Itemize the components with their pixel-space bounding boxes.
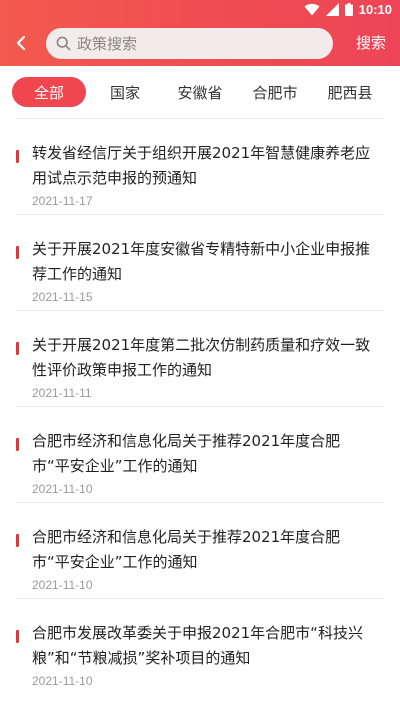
app-header: 10:10 搜索 [0,0,400,66]
region-tabs: 全部 国家 安徽省 合肥市 肥西县 [0,66,400,116]
policy-date: 2021-11-11 [32,386,92,400]
policy-item[interactable]: 合肥市发展改革委关于申报2021年合肥市“科技兴粮”和“节粮减损”奖补项目的通知… [16,598,384,694]
accent-bar [16,534,19,547]
signal-icon [325,3,339,16]
policy-title[interactable]: 合肥市经济和信息化局关于推荐2021年度合肥市“平安企业”工作的通知 [32,429,377,479]
accent-bar [16,630,19,643]
back-button[interactable] [8,30,34,56]
policy-date: 2021-11-10 [32,578,93,592]
policy-title[interactable]: 合肥市发展改革委关于申报2021年合肥市“科技兴粮”和“节粮减损”奖补项目的通知 [32,621,377,671]
accent-bar [16,342,19,355]
accent-bar [16,246,19,259]
policy-item[interactable]: 关于开展2021年度安徽省专精特新中小企业申报推荐工作的通知 2021-11-1… [16,214,384,310]
policy-item[interactable]: 合肥市经济和信息化局关于推荐2021年度合肥市“平安企业”工作的通知 2021-… [16,406,384,502]
wifi-icon [304,3,320,16]
tab-anhui[interactable]: 安徽省 [168,77,232,107]
policy-item[interactable]: 合肥市经济和信息化局关于推荐2021年度合肥市“平安企业”工作的通知 2021-… [16,502,384,598]
tab-hefei[interactable]: 合肥市 [243,77,307,107]
policy-date: 2021-11-10 [32,674,93,688]
tab-national[interactable]: 国家 [95,77,155,107]
policy-date: 2021-11-10 [32,482,93,496]
policy-title[interactable]: 关于开展2021年度第二批次仿制药质量和疗效一致性评价政策申报工作的通知 [32,333,377,383]
search-button[interactable]: 搜索 [356,32,386,53]
status-time: 10:10 [358,2,392,17]
chevron-left-icon [16,35,26,51]
policy-date: 2021-11-17 [32,194,93,208]
policy-title[interactable]: 转发省经信厅关于组织开展2021年智慧健康养老应用试点示范申报的预通知 [32,141,377,191]
tab-all[interactable]: 全部 [12,77,86,107]
search-input[interactable] [77,34,317,53]
policy-list: 转发省经信厅关于组织开展2021年智慧健康养老应用试点示范申报的预通知 2021… [0,118,400,694]
accent-bar [16,150,19,163]
policy-title[interactable]: 关于开展2021年度安徽省专精特新中小企业申报推荐工作的通知 [32,237,377,287]
policy-title[interactable]: 合肥市经济和信息化局关于推荐2021年度合肥市“平安企业”工作的通知 [32,525,377,575]
tab-feixi[interactable]: 肥西县 [318,77,382,107]
policy-date: 2021-11-15 [32,290,93,304]
accent-bar [16,438,19,451]
battery-icon [344,3,353,16]
policy-item[interactable]: 转发省经信厅关于组织开展2021年智慧健康养老应用试点示范申报的预通知 2021… [16,118,384,214]
search-icon [56,36,71,51]
search-box[interactable] [46,28,333,59]
status-bar: 10:10 [0,0,400,20]
policy-item[interactable]: 关于开展2021年度第二批次仿制药质量和疗效一致性评价政策申报工作的通知 202… [16,310,384,406]
